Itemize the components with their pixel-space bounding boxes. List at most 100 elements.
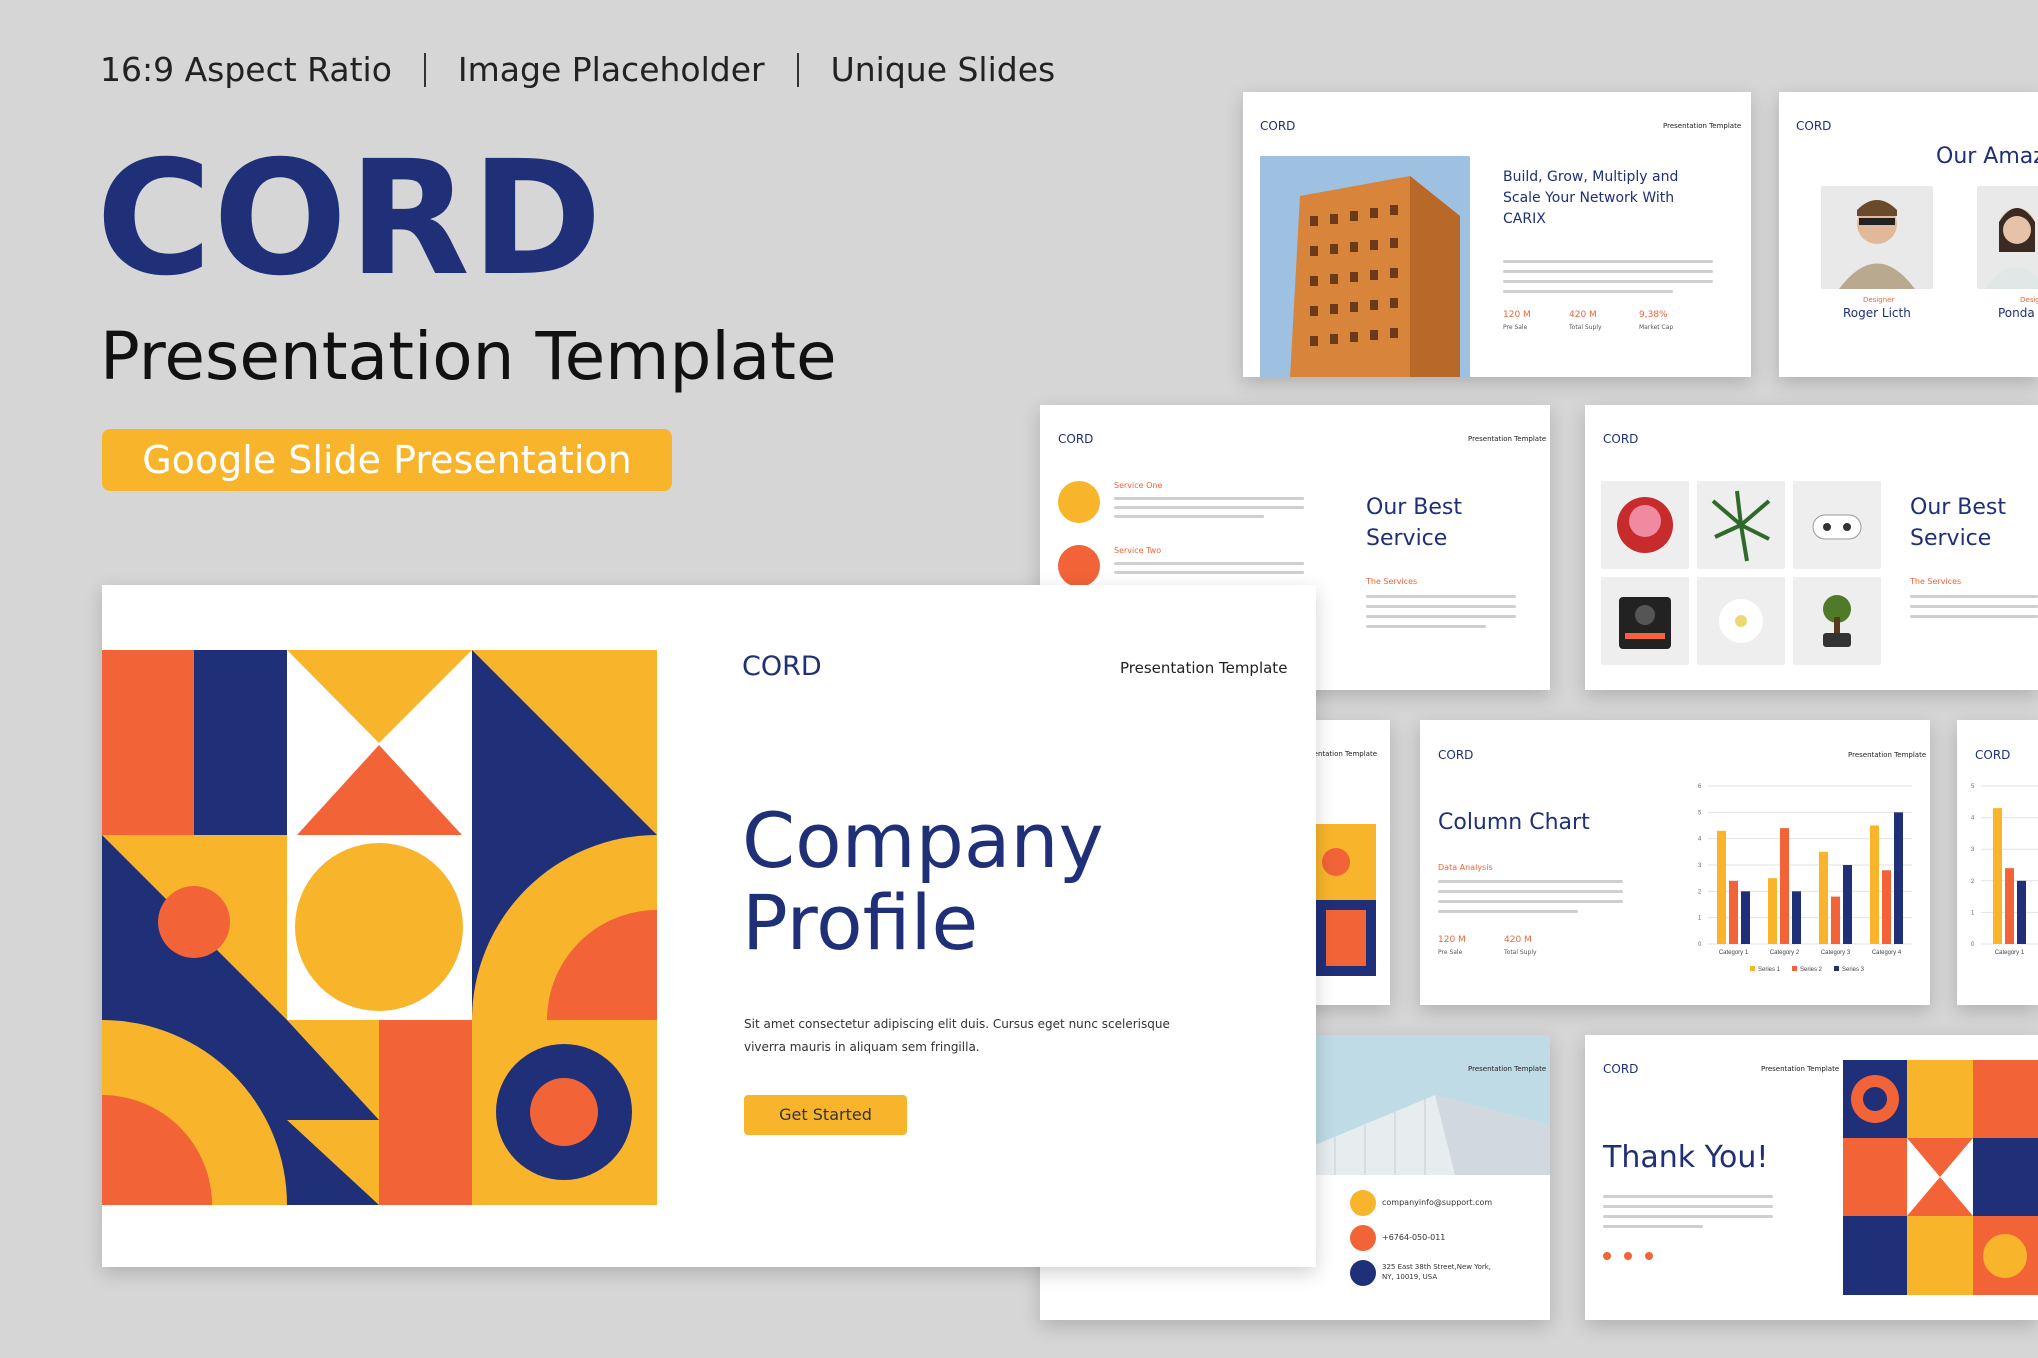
text-line [1366,595,1516,598]
legend-label: Series 2 [1800,967,1823,973]
service-title: Service Two [1114,546,1162,555]
geometric-mosaic-art [102,650,657,1205]
social-icons [1603,1245,1654,1264]
text-line [1603,1225,1703,1228]
stat-label: Pre Sale [1503,324,1528,331]
y-tick-label: 1 [1971,910,1975,916]
product-photo [1601,577,1689,665]
stat-value: 120 M [1503,310,1531,320]
slide-logo: CORD [1260,119,1296,133]
stat-label: Market Cap [1639,324,1674,331]
y-tick-label: 0 [1698,942,1702,948]
text-line [1503,270,1713,273]
stat-label: Pre Sale [1438,949,1463,956]
slide-subtitle: Data Analysis [1438,863,1493,872]
slide-headline: Company Profile [742,796,1104,968]
text-line [1910,595,2038,598]
slide-services-b[interactable]: CORD Our Best Service The Services [1585,405,2038,690]
game-controller-illustration [1812,514,1862,540]
geometric-art [1843,1060,2038,1295]
slide-subtitle: The Services [1366,577,1418,586]
text-line [1503,290,1673,293]
person-illustration [1839,200,1915,289]
slide-thanks[interactable]: CORD Presentation Template Thank You! [1585,1035,2038,1320]
column-chart: 0 1 2 3 4 5 Category 1 [1971,784,2038,956]
flower-pot-illustration [1617,497,1673,553]
text-line [1910,605,2038,608]
stat-value: 120 M [1438,935,1466,945]
slide-tag: Presentation Template [1468,435,1547,443]
bar-series-3 [1792,891,1801,944]
service-icon [1058,545,1100,587]
product-subtitle: Presentation Template [100,318,837,395]
slide-logo: CORD [1603,432,1639,446]
text-line [1114,506,1304,509]
column-chart: 0 1 2 3 4 5 6 Category 1 Category 2 Category 3 Cat… [1698,784,1912,973]
legend-swatch [1792,966,1797,971]
slide-team[interactable]: CORD Our Amaz Designer Roger Licth Desig… [1779,92,2038,377]
text-line [1603,1205,1773,1208]
facebook-icon[interactable] [1624,1252,1633,1260]
category-label: Category 1 [1719,950,1749,956]
slide-chart[interactable]: CORD Presentation Template Column Chart … [1420,720,1930,1005]
text-line [1438,900,1623,903]
architecture-illustration [1315,1095,1550,1175]
stat-label: Total Suply [1569,324,1602,331]
bar-series-3 [2017,880,2026,944]
slide-tag: Presentation Template [1761,1065,1840,1073]
y-tick-label: 4 [1698,837,1702,843]
bar-series-1 [1768,878,1777,944]
slide-title: Thank You! [1603,1140,1769,1175]
text-line [1438,910,1578,913]
feature-divider [423,53,426,87]
text-line [1438,890,1623,893]
member-role: Desig [2020,296,2038,304]
text-line [1114,515,1264,518]
email-icon [1350,1190,1376,1216]
y-tick-label: 5 [1698,810,1702,816]
feature-aspect-ratio: 16:9 Aspect Ratio [100,50,392,89]
product-photo [1697,481,1785,569]
legend-swatch [1834,966,1839,971]
slide-body-text: Sit amet consectetur adipiscing elit dui… [744,1017,1170,1054]
text-line [1366,625,1486,628]
twitter-icon[interactable] [1603,1252,1611,1260]
bar-series-1 [1993,808,2002,944]
category-label: Category 1 [1995,950,2025,956]
person-illustration [1985,208,2038,289]
get-started-button[interactable]: Get Started [744,1095,907,1135]
feature-list: 16:9 Aspect Ratio Image Placeholder Unique… [100,50,1055,89]
bar-series-3 [1843,865,1852,944]
y-tick-label: 6 [1698,784,1702,790]
text-line [1438,880,1623,883]
bonsai-illustration [1823,595,1851,647]
category-label: Category 2 [1770,950,1800,956]
service-title: Service One [1114,481,1163,490]
product-photo [1697,577,1785,665]
brand-title: CORD [96,127,604,311]
main-slide-company-profile[interactable]: CORD Presentation Template Company Profi… [102,585,1316,1267]
feature-unique-slides: Unique Slides [830,50,1056,89]
instagram-icon[interactable] [1645,1252,1654,1260]
member-name: Ponda [1998,306,2035,320]
camera-illustration [1619,597,1671,649]
slide-chart-partial[interactable]: CORD 0 1 2 3 4 5 Category 1 [1957,720,2038,1005]
legend-label: Series 1 [1758,967,1781,973]
text-line [1910,615,2038,618]
y-tick-label: 2 [1971,879,1975,885]
text-line [1114,497,1304,500]
slide-logo: CORD [1438,748,1474,762]
palm-leaf-illustration [1711,490,1771,562]
slide-tag: sentation Template [1310,750,1377,758]
slide-title: Our Best Service [1366,495,1463,551]
slide-network[interactable]: CORD Presentation Template Build, Grow, … [1243,92,1751,377]
slide-tag: Presentation Template [1663,122,1742,130]
bar-series-1 [1819,851,1828,944]
bar-series-1 [1870,825,1879,944]
team-photo [1821,186,1933,289]
product-photo [1793,481,1881,569]
member-role: Designer [1863,296,1895,304]
service-icon [1058,481,1100,523]
bar-series-2 [1780,828,1789,944]
legend-label: Series 3 [1842,967,1865,973]
